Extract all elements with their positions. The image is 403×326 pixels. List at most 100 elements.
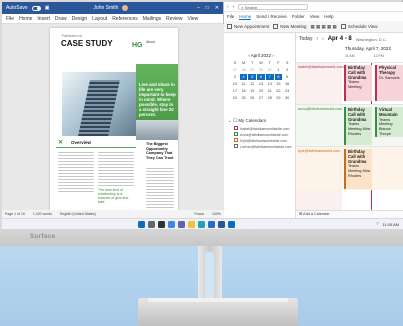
zoom-level[interactable]: 100% — [212, 212, 221, 216]
focus-button[interactable]: Focus — [195, 212, 205, 216]
forward-icon[interactable]: › — [233, 4, 235, 10]
green-panel-quote: Live and share in life are very importan… — [139, 82, 176, 117]
back-icon[interactable]: ‹ — [227, 4, 229, 10]
date-cell[interactable]: 14 — [266, 81, 274, 87]
ol-menu-view[interactable]: View — [310, 14, 320, 19]
event[interactable]: Physical Therapy Dr. Samuels — [375, 65, 403, 101]
event[interactable]: Birthday Call with Grandma Teams Meeting … — [344, 107, 372, 145]
menu-insert[interactable]: Insert — [37, 16, 50, 22]
date-cell[interactable]: 7 — [265, 74, 274, 80]
start-icon[interactable] — [138, 221, 145, 228]
date-cell[interactable]: 19 — [248, 88, 256, 94]
date-cell[interactable]: 28 — [266, 95, 274, 101]
date-cell[interactable]: 30 — [257, 67, 265, 73]
menu-draw[interactable]: Draw — [55, 16, 67, 22]
date-cell[interactable]: 5 — [248, 74, 257, 80]
calendar-list: Isabel@fabrikamworldwide.com Anna@fabrik… — [234, 126, 292, 150]
autosave-label: AutoSave — [6, 5, 28, 11]
close-icon[interactable]: ✕ — [215, 5, 219, 11]
date-cell[interactable]: 26 — [248, 95, 256, 101]
store-icon[interactable] — [208, 221, 215, 228]
date-cell[interactable]: 27 — [231, 67, 239, 73]
date-cell[interactable]: 23 — [283, 88, 291, 94]
menu-file[interactable]: File — [6, 16, 14, 22]
file-explorer-icon[interactable] — [188, 221, 195, 228]
add-calendar-button[interactable]: ⊞ Add a Calendar — [296, 210, 403, 218]
text-column — [58, 152, 94, 192]
new-meeting-button[interactable]: New Meeting — [273, 24, 307, 29]
word-icon[interactable] — [218, 221, 225, 228]
date-cell[interactable]: 28 — [240, 67, 248, 73]
menu-home[interactable]: Home — [19, 16, 32, 22]
search-input[interactable]: ⌕ Search — [238, 3, 309, 10]
event[interactable]: Virtual Mountain Teams Meeting Bianca Tho… — [375, 107, 403, 137]
document-page[interactable]: Fabrikam Inc. CASE STUDY HG About Live a… — [50, 28, 178, 210]
avatar[interactable] — [122, 5, 129, 11]
ol-menu-folder[interactable]: Folder — [292, 14, 305, 19]
menu-mailings[interactable]: Mailings — [143, 16, 161, 22]
date-cell[interactable]: 31 — [266, 67, 274, 73]
date-cell[interactable]: 29 — [248, 67, 256, 73]
date-cell[interactable]: 1 — [275, 67, 283, 73]
view-buttons[interactable]: ▦ ▦ ▦ ▦ ▦ — [311, 24, 337, 30]
date-cell[interactable]: 25 — [240, 95, 248, 101]
date-cell[interactable]: 21 — [266, 88, 274, 94]
date-cell[interactable]: 2 — [283, 67, 291, 73]
next-icon[interactable]: › — [322, 36, 324, 42]
date-cell[interactable]: 11 — [240, 81, 248, 87]
date-cell[interactable]: 24 — [231, 95, 239, 101]
ol-menu-file[interactable]: File — [227, 14, 234, 19]
date-cell[interactable]: 16 — [283, 81, 291, 87]
ol-menu-send-receive[interactable]: Send / Receive — [256, 14, 287, 19]
chat-icon[interactable] — [178, 221, 185, 228]
calendar-item[interactable]: Lizfrom@fabrikamworldwide.com — [234, 144, 292, 150]
ol-menu-home[interactable]: Home — [239, 14, 252, 20]
menu-review[interactable]: Review — [166, 16, 182, 22]
text-column — [146, 168, 174, 208]
date-cell[interactable]: 18 — [240, 88, 248, 94]
task-view-icon[interactable] — [158, 221, 165, 228]
save-icon[interactable]: ▣ — [45, 5, 50, 11]
my-calendars-header[interactable]: ⌄ ☐ My Calendars — [228, 118, 266, 124]
outlook-icon[interactable] — [228, 221, 235, 228]
today-button[interactable]: Today — [299, 36, 312, 42]
date-cell[interactable]: 9 — [283, 74, 291, 80]
date-cell[interactable]: 8 — [274, 74, 283, 80]
system-tray[interactable]: ⌔ 11:05 AM — [376, 221, 399, 227]
ol-menu-help[interactable]: Help — [324, 14, 333, 19]
date-cell[interactable]: 12 — [248, 81, 256, 87]
date-cell[interactable]: 6 — [257, 74, 265, 80]
widgets-icon[interactable] — [168, 221, 175, 228]
date-cell[interactable]: 29 — [275, 95, 283, 101]
event[interactable]: Birthday Call with Grandma Teams Meeting — [344, 65, 372, 101]
maximize-icon[interactable]: □ — [206, 5, 209, 11]
date-cell[interactable]: 30 — [283, 95, 291, 101]
date-cell[interactable]: 17 — [231, 88, 239, 94]
date-cell[interactable]: 27 — [257, 95, 265, 101]
prev-icon[interactable]: ‹ — [316, 36, 318, 42]
menu-layout[interactable]: Layout — [92, 16, 107, 22]
word-count: 1,020 words — [32, 212, 52, 216]
new-appointment-button[interactable]: New Appointment — [227, 24, 269, 29]
user-name: John Smith — [93, 5, 119, 11]
date-cell[interactable]: 13 — [257, 81, 265, 87]
minimize-icon[interactable]: – — [197, 5, 200, 11]
search-icon[interactable] — [148, 221, 155, 228]
event[interactable]: Birthday Call with Grandma Teams Meeting … — [344, 149, 372, 189]
date-cell[interactable]: 3 — [231, 74, 239, 80]
date-cell[interactable]: 20 — [257, 88, 265, 94]
date-cell[interactable]: 4 — [239, 74, 248, 80]
day-header: Thursday, April 7, 2022 — [345, 46, 391, 51]
menu-design[interactable]: Design — [72, 16, 88, 22]
calendar-row: isabel@fabrikamworld.com Birthday Call w… — [296, 62, 403, 104]
schedule-grid: isabel@fabrikamworld.com Birthday Call w… — [296, 62, 403, 214]
autosave-toggle[interactable] — [31, 5, 41, 11]
menu-references[interactable]: References — [112, 16, 138, 22]
date-cell[interactable]: 22 — [275, 88, 283, 94]
edge-icon[interactable] — [198, 221, 205, 228]
weekday-label: S — [233, 61, 237, 65]
menu-view[interactable]: View — [188, 16, 199, 22]
schedule-view-button[interactable]: Schedule View — [340, 24, 378, 29]
date-cell[interactable]: 10 — [231, 81, 239, 87]
date-cell[interactable]: 15 — [275, 81, 283, 87]
